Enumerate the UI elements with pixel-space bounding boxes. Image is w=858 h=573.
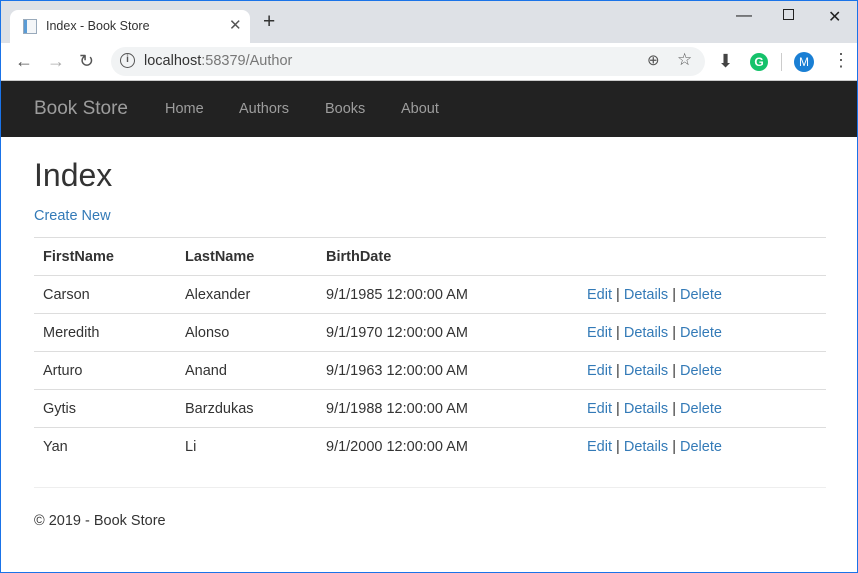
cell-firstname: Carson	[34, 275, 176, 314]
nav-authors[interactable]: Authors	[239, 101, 289, 117]
nav-books[interactable]: Books	[325, 101, 365, 117]
details-link[interactable]: Details	[624, 287, 668, 303]
separator: |	[616, 286, 620, 303]
details-link[interactable]: Details	[624, 439, 668, 455]
download-icon[interactable]: ⬇	[718, 51, 733, 72]
browser-toolbar: ← → ↻ i localhost:58379/Author ⊕ ☆ ⬇ G M…	[1, 43, 857, 81]
separator: |	[616, 362, 620, 379]
table-row: Meredith Alonso 9/1/1970 12:00:00 AM Edi…	[34, 313, 826, 352]
cell-lastname: Anand	[176, 351, 317, 390]
address-bar[interactable]: i localhost:58379/Author ⊕ ☆	[111, 47, 705, 76]
bookmark-star-icon[interactable]: ☆	[677, 50, 692, 70]
table-row: Gytis Barzdukas 9/1/1988 12:00:00 AM Edi…	[34, 389, 826, 428]
browser-tab[interactable]: Index - Book Store ✕	[10, 10, 250, 43]
page-favicon-icon	[23, 19, 37, 34]
info-icon[interactable]: i	[120, 53, 135, 68]
cell-actions: Edit | Details | Delete	[578, 427, 826, 466]
edit-link[interactable]: Edit	[587, 439, 612, 455]
footer-divider	[34, 487, 826, 488]
minimize-icon[interactable]: —	[736, 7, 752, 25]
cell-birthdate: 9/1/2000 12:00:00 AM	[317, 427, 578, 466]
col-actions	[578, 237, 826, 276]
cell-birthdate: 9/1/1988 12:00:00 AM	[317, 389, 578, 428]
separator: |	[616, 324, 620, 341]
delete-link[interactable]: Delete	[680, 401, 722, 417]
reload-icon[interactable]: ↻	[79, 51, 94, 72]
col-lastname: LastName	[176, 237, 317, 276]
tab-strip: Index - Book Store ✕ + — ✕	[1, 1, 857, 43]
cell-lastname: Li	[176, 427, 317, 466]
cell-firstname: Yan	[34, 427, 176, 466]
col-birthdate: BirthDate	[317, 237, 578, 276]
table-row: Yan Li 9/1/2000 12:00:00 AM Edit | Detai…	[34, 427, 826, 466]
cell-birthdate: 9/1/1985 12:00:00 AM	[317, 275, 578, 314]
back-icon[interactable]: ←	[15, 51, 33, 72]
delete-link[interactable]: Delete	[680, 287, 722, 303]
authors-table: FirstName LastName BirthDate Carson Alex…	[34, 237, 826, 466]
details-link[interactable]: Details	[624, 401, 668, 417]
tab-close-icon[interactable]: ✕	[229, 16, 242, 34]
grammarly-icon[interactable]: G	[750, 53, 768, 71]
table-row: Arturo Anand 9/1/1963 12:00:00 AM Edit |…	[34, 351, 826, 390]
menu-icon[interactable]: ⋮	[832, 50, 850, 71]
window-close-icon[interactable]: ✕	[828, 7, 841, 27]
zoom-icon[interactable]: ⊕	[647, 51, 660, 69]
cell-actions: Edit | Details | Delete	[578, 351, 826, 390]
separator: |	[616, 400, 620, 417]
tab-title: Index - Book Store	[46, 19, 150, 33]
cell-lastname: Barzdukas	[176, 389, 317, 428]
separator: |	[672, 362, 676, 379]
divider	[781, 53, 782, 71]
cell-firstname: Arturo	[34, 351, 176, 390]
brand-link[interactable]: Book Store	[34, 98, 128, 120]
forward-icon[interactable]: →	[47, 51, 65, 72]
cell-actions: Edit | Details | Delete	[578, 275, 826, 314]
edit-link[interactable]: Edit	[587, 401, 612, 417]
table-row: Carson Alexander 9/1/1985 12:00:00 AM Ed…	[34, 275, 826, 314]
cell-lastname: Alexander	[176, 275, 317, 314]
edit-link[interactable]: Edit	[587, 287, 612, 303]
delete-link[interactable]: Delete	[680, 325, 722, 341]
profile-avatar[interactable]: M	[794, 52, 814, 72]
maximize-icon[interactable]	[783, 9, 794, 20]
page-title: Index	[34, 157, 113, 193]
new-tab-icon[interactable]: +	[263, 11, 275, 32]
col-firstname: FirstName	[34, 237, 176, 276]
nav-home[interactable]: Home	[165, 101, 204, 117]
edit-link[interactable]: Edit	[587, 363, 612, 379]
footer-text: © 2019 - Book Store	[34, 513, 166, 529]
url-text: localhost:58379/Author	[144, 53, 293, 69]
details-link[interactable]: Details	[624, 325, 668, 341]
separator: |	[672, 438, 676, 455]
separator: |	[672, 400, 676, 417]
cell-firstname: Meredith	[34, 313, 176, 352]
cell-lastname: Alonso	[176, 313, 317, 352]
cell-actions: Edit | Details | Delete	[578, 389, 826, 428]
cell-actions: Edit | Details | Delete	[578, 313, 826, 352]
delete-link[interactable]: Delete	[680, 439, 722, 455]
delete-link[interactable]: Delete	[680, 363, 722, 379]
create-new-link[interactable]: Create New	[34, 208, 111, 224]
details-link[interactable]: Details	[624, 363, 668, 379]
site-navbar: Book Store Home Authors Books About	[1, 81, 857, 137]
edit-link[interactable]: Edit	[587, 325, 612, 341]
separator: |	[616, 438, 620, 455]
cell-firstname: Gytis	[34, 389, 176, 428]
separator: |	[672, 286, 676, 303]
separator: |	[672, 324, 676, 341]
cell-birthdate: 9/1/1970 12:00:00 AM	[317, 313, 578, 352]
nav-about[interactable]: About	[401, 101, 439, 117]
cell-birthdate: 9/1/1963 12:00:00 AM	[317, 351, 578, 390]
